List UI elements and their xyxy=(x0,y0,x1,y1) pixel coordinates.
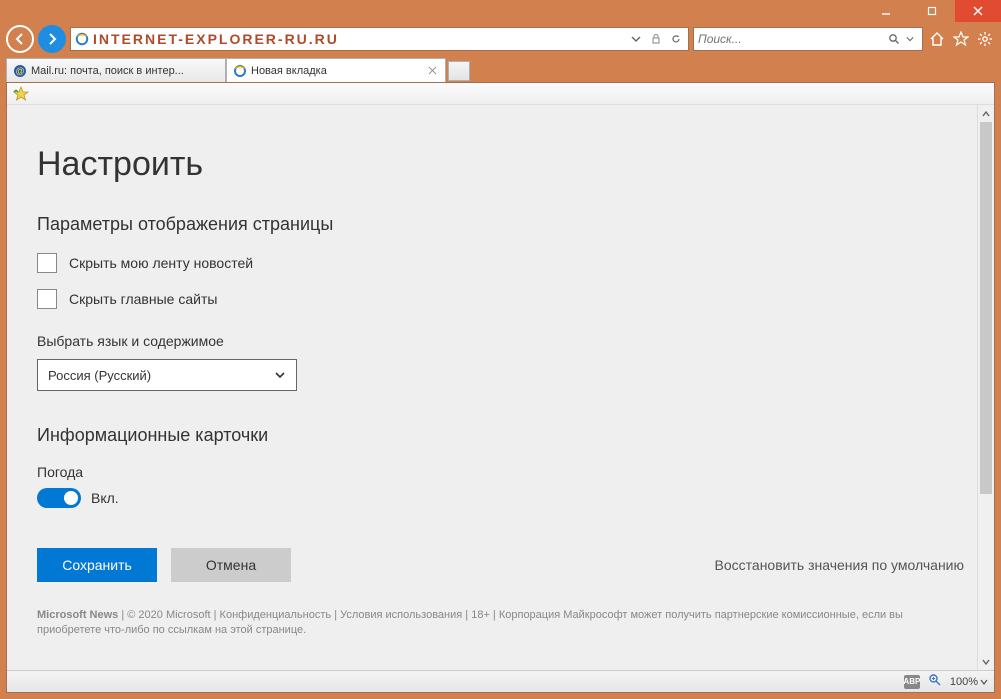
refresh-icon[interactable] xyxy=(668,31,684,47)
zoom-level[interactable]: 100% xyxy=(950,676,988,688)
favorites-star-icon[interactable] xyxy=(951,29,971,49)
restore-defaults-link[interactable]: Восстановить значения по умолчанию xyxy=(715,557,964,573)
lock-icon xyxy=(648,31,664,47)
hide-feed-label: Скрыть мою ленту новостей xyxy=(69,255,253,271)
scroll-up-icon[interactable] xyxy=(978,105,994,122)
language-select[interactable]: Россия (Русский) xyxy=(37,359,297,391)
dropdown-icon[interactable] xyxy=(628,31,644,47)
hide-feed-row: Скрыть мою ленту новостей xyxy=(37,253,964,273)
cards-section-heading: Информационные карточки xyxy=(37,425,964,446)
vertical-scrollbar[interactable] xyxy=(977,105,994,670)
window-titlebar xyxy=(0,0,1001,22)
scroll-track[interactable] xyxy=(978,122,994,653)
close-icon xyxy=(973,6,983,16)
browser-toolbar: INTERNET-EXPLORER-RU.RU xyxy=(0,22,1001,56)
footer-age: 18+ xyxy=(471,609,490,621)
footer-privacy-link[interactable]: Конфиденциальность xyxy=(220,609,332,621)
mailru-favicon-icon: @ xyxy=(13,64,27,78)
hide-topsites-label: Скрыть главные сайты xyxy=(69,291,217,307)
chevron-down-icon xyxy=(980,678,988,686)
weather-toggle-row: Вкл. xyxy=(37,488,964,508)
maximize-button[interactable] xyxy=(909,0,955,22)
status-bar: ABP 100% xyxy=(7,670,994,692)
svg-text:@: @ xyxy=(16,66,25,76)
footer-copyright: | © 2020 Microsoft | xyxy=(118,609,219,621)
ie-favicon-icon xyxy=(233,64,247,78)
button-row: Сохранить Отмена Восстановить значения п… xyxy=(37,548,964,582)
weather-toggle[interactable] xyxy=(37,488,81,508)
content-frame: Настроить Параметры отображения страницы… xyxy=(6,82,995,693)
toggle-state-label: Вкл. xyxy=(91,490,119,506)
tab-mailru[interactable]: @ Mail.ru: почта, поиск в интер... xyxy=(6,58,226,82)
address-url: INTERNET-EXPLORER-RU.RU xyxy=(93,31,624,47)
tab-strip: @ Mail.ru: почта, поиск в интер... Новая… xyxy=(0,56,1001,82)
footer-brand: Microsoft News xyxy=(37,609,118,621)
search-box[interactable] xyxy=(693,27,923,51)
arrow-right-icon xyxy=(45,32,59,46)
scroll-thumb[interactable] xyxy=(980,122,992,494)
footer-terms-link[interactable]: Условия использования xyxy=(340,609,462,621)
close-button[interactable] xyxy=(955,0,1001,22)
save-button[interactable]: Сохранить xyxy=(37,548,157,582)
tab-label: Новая вкладка xyxy=(251,65,421,77)
search-dropdown-icon[interactable] xyxy=(902,31,918,47)
display-section-heading: Параметры отображения страницы xyxy=(37,214,964,235)
arrow-left-icon xyxy=(13,32,27,46)
hide-topsites-row: Скрыть главные сайты xyxy=(37,289,964,309)
tools-gear-icon[interactable] xyxy=(975,29,995,49)
weather-label: Погода xyxy=(37,464,964,480)
search-input[interactable] xyxy=(698,32,886,46)
search-icon[interactable] xyxy=(886,31,902,47)
new-tab-button[interactable] xyxy=(448,61,470,81)
address-bar[interactable]: INTERNET-EXPLORER-RU.RU xyxy=(70,27,689,51)
language-value: Россия (Русский) xyxy=(48,368,151,383)
ie-icon xyxy=(75,32,89,46)
hide-feed-checkbox[interactable] xyxy=(37,253,57,273)
forward-button[interactable] xyxy=(38,25,66,53)
maximize-icon xyxy=(927,6,937,16)
home-icon[interactable] xyxy=(927,29,947,49)
toggle-knob xyxy=(64,491,78,505)
footer-note: Microsoft News | © 2020 Microsoft | Конф… xyxy=(37,608,964,639)
tab-newtab[interactable]: Новая вкладка xyxy=(226,58,446,82)
back-button[interactable] xyxy=(6,25,34,53)
scroll-down-icon[interactable] xyxy=(978,653,994,670)
settings-page: Настроить Параметры отображения страницы… xyxy=(7,105,994,659)
chevron-down-icon xyxy=(274,369,286,381)
tab-close-icon[interactable] xyxy=(425,64,439,78)
minimize-button[interactable] xyxy=(863,0,909,22)
minimize-icon xyxy=(881,6,891,16)
zoom-icon[interactable] xyxy=(928,673,942,690)
page-title: Настроить xyxy=(37,145,964,184)
abp-badge[interactable]: ABP xyxy=(904,675,920,689)
language-label: Выбрать язык и содержимое xyxy=(37,333,964,349)
zoom-value: 100% xyxy=(950,676,978,688)
cancel-button[interactable]: Отмена xyxy=(171,548,291,582)
add-favorite-icon[interactable] xyxy=(13,86,29,102)
tab-label: Mail.ru: почта, поиск в интер... xyxy=(31,65,219,77)
page-viewport: Настроить Параметры отображения страницы… xyxy=(7,105,994,670)
hide-topsites-checkbox[interactable] xyxy=(37,289,57,309)
favorites-bar xyxy=(7,83,994,105)
